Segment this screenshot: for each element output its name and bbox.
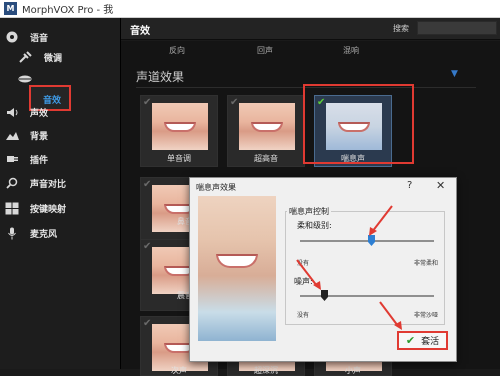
keys-icon [5,202,19,214]
sidebar-item-label: 微调 [44,53,63,64]
main-header: 音效 搜索 [121,18,500,40]
mic-icon [5,227,19,239]
annotation-arrow [379,301,402,330]
check-icon: ✔ [143,241,152,252]
lips-icon [18,73,32,85]
sidebar-item-tweak[interactable]: 微调 [0,48,121,66]
sidebar-item-label: 麦克风 [30,229,58,240]
sidebar: 语音 微调 音效 声效 背景 插件 声音对比 按键映射 麦克风 [0,18,121,369]
sidebar-item-voice[interactable]: 语音 [0,28,121,46]
effect-thumbnail [239,103,295,150]
disc-icon [5,31,19,43]
tile-label: 小声 [345,366,361,375]
apply-button[interactable]: ✔ 套活 [397,331,448,350]
tools-icon [18,51,32,63]
dialog-title: 喘息声效果 [196,183,236,192]
window-title: MorphVOX Pro - 我 [22,5,114,16]
page-title: 音效 [130,26,150,37]
noise-min-label: 没有 [297,312,310,319]
sidebar-item-key-mapping[interactable]: 按键映射 [0,199,121,217]
check-icon: ✔ [230,97,239,108]
effect-tile-ultra-high[interactable]: ✔ 超高音 [227,95,305,167]
tile-label: 超深沉 [254,366,278,375]
search-input[interactable] [417,21,497,35]
effect-label-reverse[interactable]: 反向 [169,45,185,56]
title-bar: M MorphVOX Pro - 我 [0,0,500,18]
check-icon: ✔ [143,97,152,108]
sidebar-item-plugins[interactable]: 插件 [0,150,121,168]
softness-label: 柔和级别: [297,221,332,230]
speaker-icon [5,106,19,118]
noise-max-label: 非常沙哑 [414,312,439,319]
annotation-arrow [369,205,393,236]
tile-label: 超高音 [254,154,278,163]
effect-preview-image [198,196,276,341]
sidebar-item-audio-fx[interactable]: 声效 [0,103,121,121]
sidebar-item-background[interactable]: 背景 [0,126,121,144]
sidebar-item-label: 声音对比 [30,179,67,190]
sidebar-item-label: 插件 [30,155,49,166]
chevron-down-icon[interactable]: ▼ [451,69,458,79]
plug-icon [5,153,19,165]
effect-tile-monotone[interactable]: ✔ 单音调 [140,95,218,167]
sidebar-item-label: 背景 [30,131,49,142]
sidebar-item-label: 按键映射 [30,204,67,215]
sidebar-item-label: 声效 [30,108,49,119]
effect-label-reverb[interactable]: 混响 [343,45,359,56]
apply-button-label: 套活 [421,337,440,347]
app-logo: M [4,2,17,15]
search-label: 搜索 [393,24,409,33]
effect-thumbnail [152,103,208,150]
annotation-arrow [296,259,321,290]
sidebar-item-voice-compare[interactable]: 声音对比 [0,174,121,192]
sidebar-item-microphone[interactable]: 麦克风 [0,224,121,242]
help-icon[interactable]: ? [407,180,412,191]
annotation-highlight [303,84,414,164]
effect-label-echo[interactable]: 回声 [257,45,273,56]
section-title: 声道效果 [136,70,185,84]
landscape-icon [5,129,19,141]
softness-max-label: 非常柔和 [414,260,439,267]
magnifier-icon [5,177,19,189]
tile-label: 次声 [171,366,187,375]
check-icon: ✔ [143,179,152,190]
checkmark-icon: ✔ [405,334,416,347]
breathy-effect-dialog: 喘息声效果 ? ✕ 喘息声控制 柔和级别: 没有 非常柔和 噪声: 没有 非常沙… [189,177,457,362]
tile-label: 单音调 [167,154,191,163]
close-icon[interactable]: ✕ [436,179,445,192]
sidebar-item-label: 语音 [30,33,49,44]
check-icon: ✔ [143,318,152,329]
group-label: 喘息声控制 [287,206,331,217]
